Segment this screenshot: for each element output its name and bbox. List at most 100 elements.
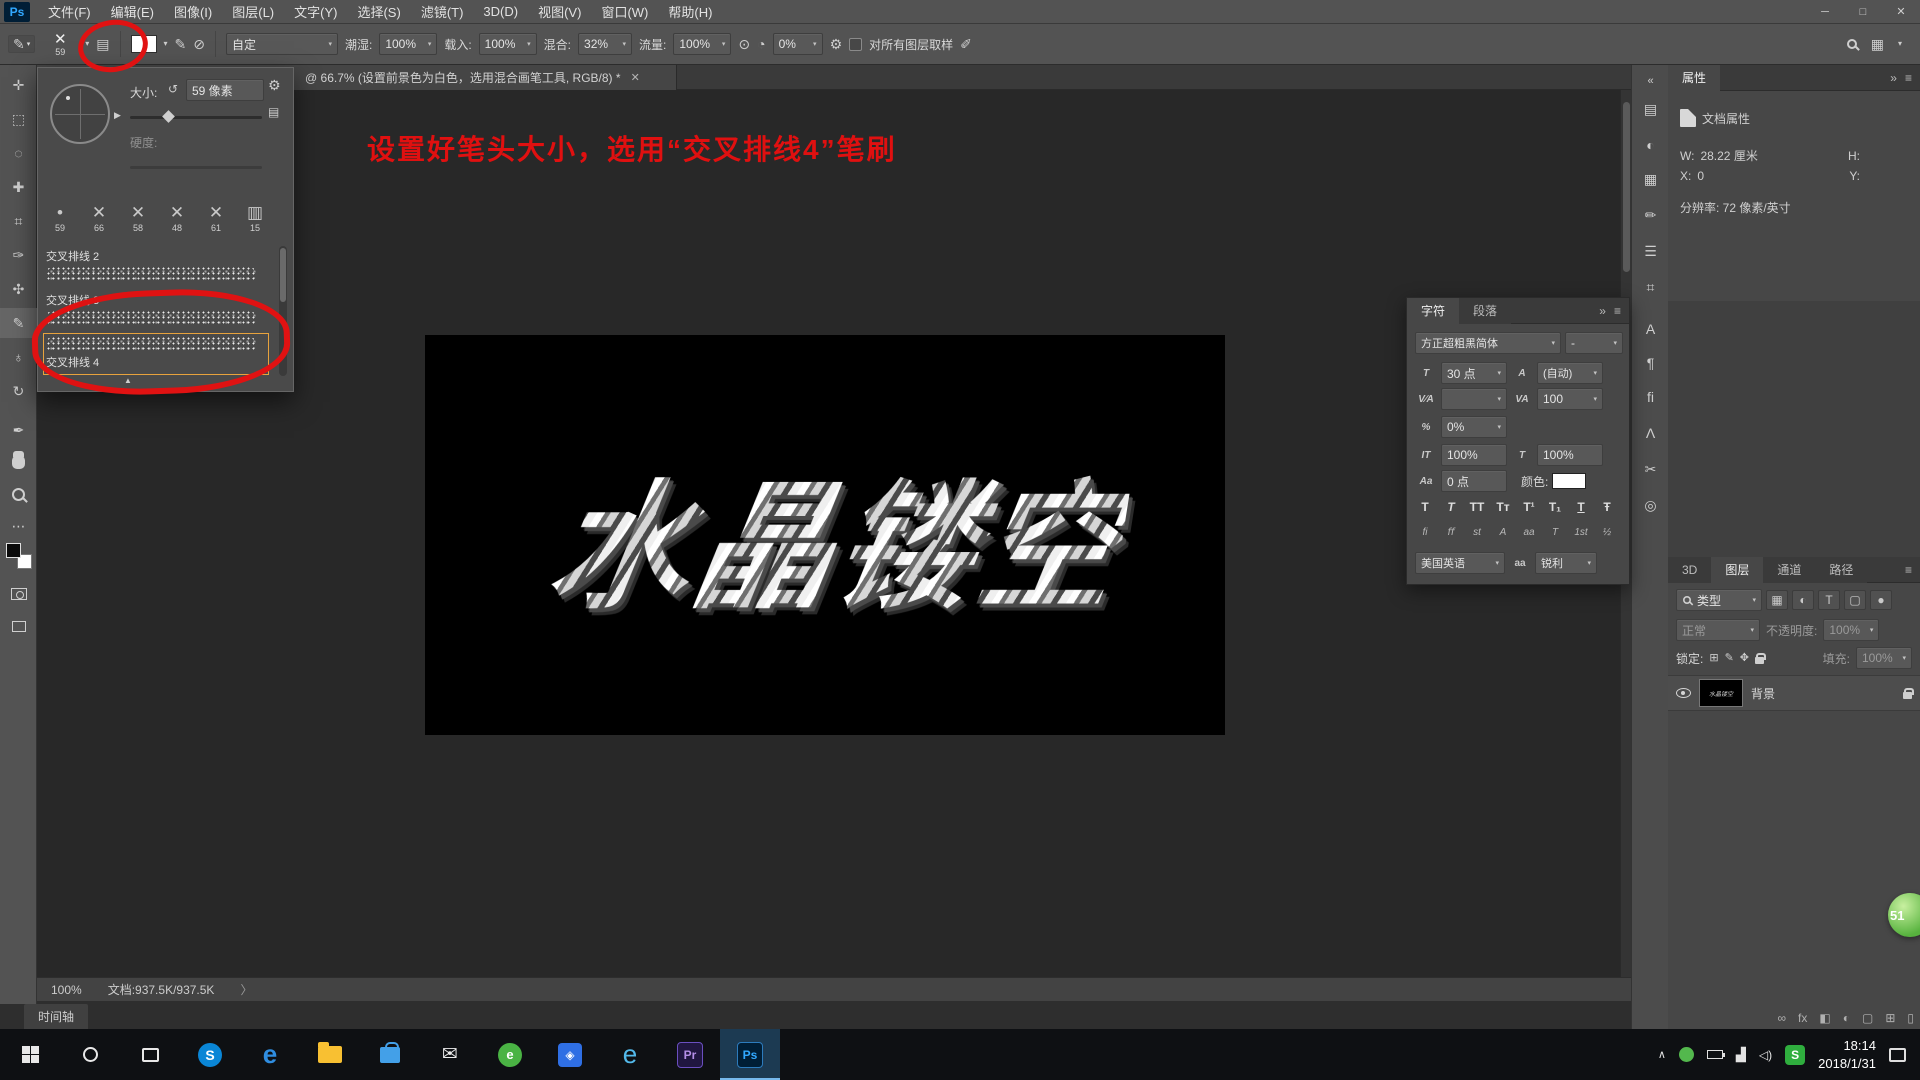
mix-field[interactable]: 32% ▾ bbox=[578, 33, 633, 55]
layer-row-background[interactable]: 水晶镂空 背景 bbox=[1668, 675, 1920, 711]
taskbar-app-photoshop[interactable]: Ps bbox=[720, 1029, 780, 1080]
taskbar-app-green-browser[interactable]: e bbox=[480, 1029, 540, 1080]
kerning-select[interactable]: ▾ bbox=[1441, 388, 1507, 410]
brush-size-field[interactable]: 59 像素 bbox=[186, 79, 264, 101]
menu-select[interactable]: 选择(S) bbox=[347, 0, 410, 24]
underline-button[interactable]: T bbox=[1571, 498, 1591, 516]
faux-bold-button[interactable]: T bbox=[1415, 498, 1435, 516]
taskbar-app-skype[interactable]: S bbox=[180, 1029, 240, 1080]
stylistic-alt-button[interactable]: A bbox=[1493, 524, 1513, 540]
swash-button[interactable]: st bbox=[1467, 524, 1487, 540]
color-panel-icon[interactable]: ◐ bbox=[1632, 131, 1669, 159]
info-panel-icon[interactable]: ⌗ bbox=[1632, 273, 1669, 301]
volume-icon[interactable]: ◁) bbox=[1759, 1048, 1772, 1062]
status-chevron-icon[interactable]: 〉 bbox=[240, 981, 252, 998]
tool-preset-picker[interactable]: ✎ ▾ bbox=[8, 35, 36, 53]
color-swatches[interactable] bbox=[0, 539, 37, 573]
input-method-icon[interactable]: S bbox=[1785, 1044, 1806, 1065]
brush-settings-panel-icon[interactable]: ✏ bbox=[1632, 201, 1669, 229]
load-brush-icon[interactable]: ✎ bbox=[175, 37, 187, 51]
expand-panels-icon[interactable]: « bbox=[1632, 67, 1669, 95]
taskbar-app-premiere[interactable]: Pr bbox=[660, 1029, 720, 1080]
ordinals-button[interactable]: 1st bbox=[1571, 524, 1591, 540]
edit-toolbar-icon[interactable]: ⋯ bbox=[0, 511, 37, 541]
lock-image-icon[interactable]: ✎ bbox=[1725, 652, 1734, 664]
zoom-tool-icon[interactable] bbox=[0, 479, 37, 509]
marquee-tool-icon[interactable]: ⬚ bbox=[0, 104, 37, 134]
load-field[interactable]: 100% ▾ bbox=[478, 33, 537, 55]
clone-stamp-tool-icon[interactable]: ♁ bbox=[0, 342, 37, 372]
glyphs-panel-icon[interactable]: ﬁ bbox=[1632, 383, 1669, 411]
navigator-panel-icon[interactable]: ◎ bbox=[1632, 491, 1669, 519]
fill-field[interactable]: 100% ▾ bbox=[1856, 647, 1912, 669]
menu-help[interactable]: 帮助(H) bbox=[658, 0, 722, 24]
lock-all-icon[interactable] bbox=[1755, 652, 1766, 664]
vertical-scale-field[interactable]: 100% bbox=[1441, 444, 1507, 466]
character-panel-icon[interactable]: A bbox=[1632, 315, 1669, 343]
taskbar-app-mail[interactable]: ✉ bbox=[420, 1029, 480, 1080]
tab-3d[interactable]: 3D bbox=[1668, 556, 1712, 583]
screen-mode-icon[interactable] bbox=[0, 611, 37, 641]
layer-thumbnail[interactable]: 水晶镂空 bbox=[1699, 679, 1743, 707]
baseline-shift-field[interactable]: 0 点 bbox=[1441, 470, 1507, 492]
filter-shape-icon[interactable]: ▢ bbox=[1844, 590, 1866, 610]
pressure-size-icon[interactable]: ✐ bbox=[960, 37, 972, 51]
sample-all-layers-checkbox[interactable] bbox=[849, 37, 863, 51]
leading-select[interactable]: (自动) ▾ bbox=[1537, 362, 1603, 384]
lock-transparency-icon[interactable]: ⊞ bbox=[1709, 652, 1718, 664]
canvas[interactable]: 水晶镂空 bbox=[425, 335, 1225, 735]
add-mask-icon[interactable]: ◧ bbox=[1819, 1011, 1830, 1025]
layer-visibility-eye-icon[interactable] bbox=[1676, 688, 1691, 698]
blend-mode-select[interactable]: 正常 ▾ bbox=[1676, 619, 1760, 641]
brush-list-item-selected[interactable]: 交叉排线 4 bbox=[43, 333, 269, 375]
collapse-icon[interactable]: » bbox=[1890, 71, 1897, 85]
close-button[interactable]: ✕ bbox=[1882, 0, 1920, 24]
smoothing-options-gear-icon[interactable]: ⚙ bbox=[830, 37, 843, 51]
scrollbar-thumb[interactable] bbox=[1623, 102, 1630, 272]
battery-icon[interactable] bbox=[1706, 1050, 1725, 1059]
superscript-button[interactable]: T¹ bbox=[1519, 498, 1539, 516]
tab-properties[interactable]: 属性 bbox=[1668, 64, 1721, 91]
menu-filter[interactable]: 滤镜(T) bbox=[411, 0, 474, 24]
menu-file[interactable]: 文件(F) bbox=[38, 0, 101, 24]
panel-menu-icon[interactable]: ≡ bbox=[1905, 71, 1912, 85]
menu-layer[interactable]: 图层(L) bbox=[222, 0, 284, 24]
brush-size-slider[interactable] bbox=[130, 110, 262, 123]
menu-view[interactable]: 视图(V) bbox=[528, 0, 591, 24]
flow-field[interactable]: 100% ▾ bbox=[673, 33, 732, 55]
filter-adjustment-icon[interactable]: ◐ bbox=[1792, 590, 1814, 610]
task-view-button[interactable] bbox=[120, 1029, 180, 1080]
history-brush-tool-icon[interactable]: ↻ bbox=[0, 376, 37, 406]
panel-toggle-icon[interactable]: ▤ bbox=[268, 106, 279, 118]
filter-smart-icon[interactable]: ● bbox=[1870, 590, 1892, 610]
foreground-color-swatch[interactable] bbox=[5, 543, 21, 558]
measure-panel-icon[interactable]: ✂ bbox=[1632, 455, 1669, 483]
workspace-switcher-icon[interactable]: ▦ bbox=[1871, 37, 1884, 51]
adjustment-layer-icon[interactable]: ◐ bbox=[1843, 1011, 1850, 1025]
lasso-tool-icon[interactable]: ◌ bbox=[0, 138, 37, 168]
layer-style-fx-icon[interactable]: fx bbox=[1798, 1011, 1807, 1025]
width-value[interactable]: 28.22 厘米 bbox=[1700, 147, 1757, 164]
chevron-down-icon[interactable]: ▾ bbox=[85, 40, 89, 48]
collapse-icon[interactable]: » bbox=[1599, 304, 1606, 318]
tab-channels[interactable]: 通道 bbox=[1763, 556, 1816, 583]
tab-character[interactable]: 字符 bbox=[1407, 297, 1460, 324]
taskbar-app-photos[interactable]: ◈ bbox=[540, 1029, 600, 1080]
ratio-spacing-select[interactable]: 0% ▾ bbox=[1441, 416, 1507, 438]
new-layer-icon[interactable]: ⊞ bbox=[1885, 1011, 1895, 1025]
useful-mix-preset-select[interactable]: 自定 ▾ bbox=[225, 33, 338, 55]
brush-list-item[interactable]: 交叉排线 2 bbox=[46, 248, 266, 282]
drag-handle-icon[interactable]: ▲ bbox=[124, 376, 132, 385]
panel-menu-icon[interactable]: ≡ bbox=[1905, 563, 1912, 577]
maximize-button[interactable]: □ bbox=[1844, 0, 1882, 24]
brush-list-item[interactable]: 交叉排线 3 bbox=[46, 292, 266, 326]
tray-security-icon[interactable] bbox=[1678, 1047, 1694, 1062]
menu-3d[interactable]: 3D(D) bbox=[473, 0, 528, 24]
brush-settings-panel-toggle-icon[interactable]: ▤ bbox=[96, 37, 109, 51]
tab-paragraph[interactable]: 段落 bbox=[1459, 297, 1512, 324]
text-color-swatch[interactable] bbox=[1552, 473, 1587, 489]
menu-type[interactable]: 文字(Y) bbox=[284, 0, 347, 24]
wet-field[interactable]: 100% ▾ bbox=[379, 33, 438, 55]
tab-layers[interactable]: 图层 bbox=[1711, 556, 1764, 583]
history-panel-icon[interactable]: ▤ bbox=[1632, 95, 1669, 123]
